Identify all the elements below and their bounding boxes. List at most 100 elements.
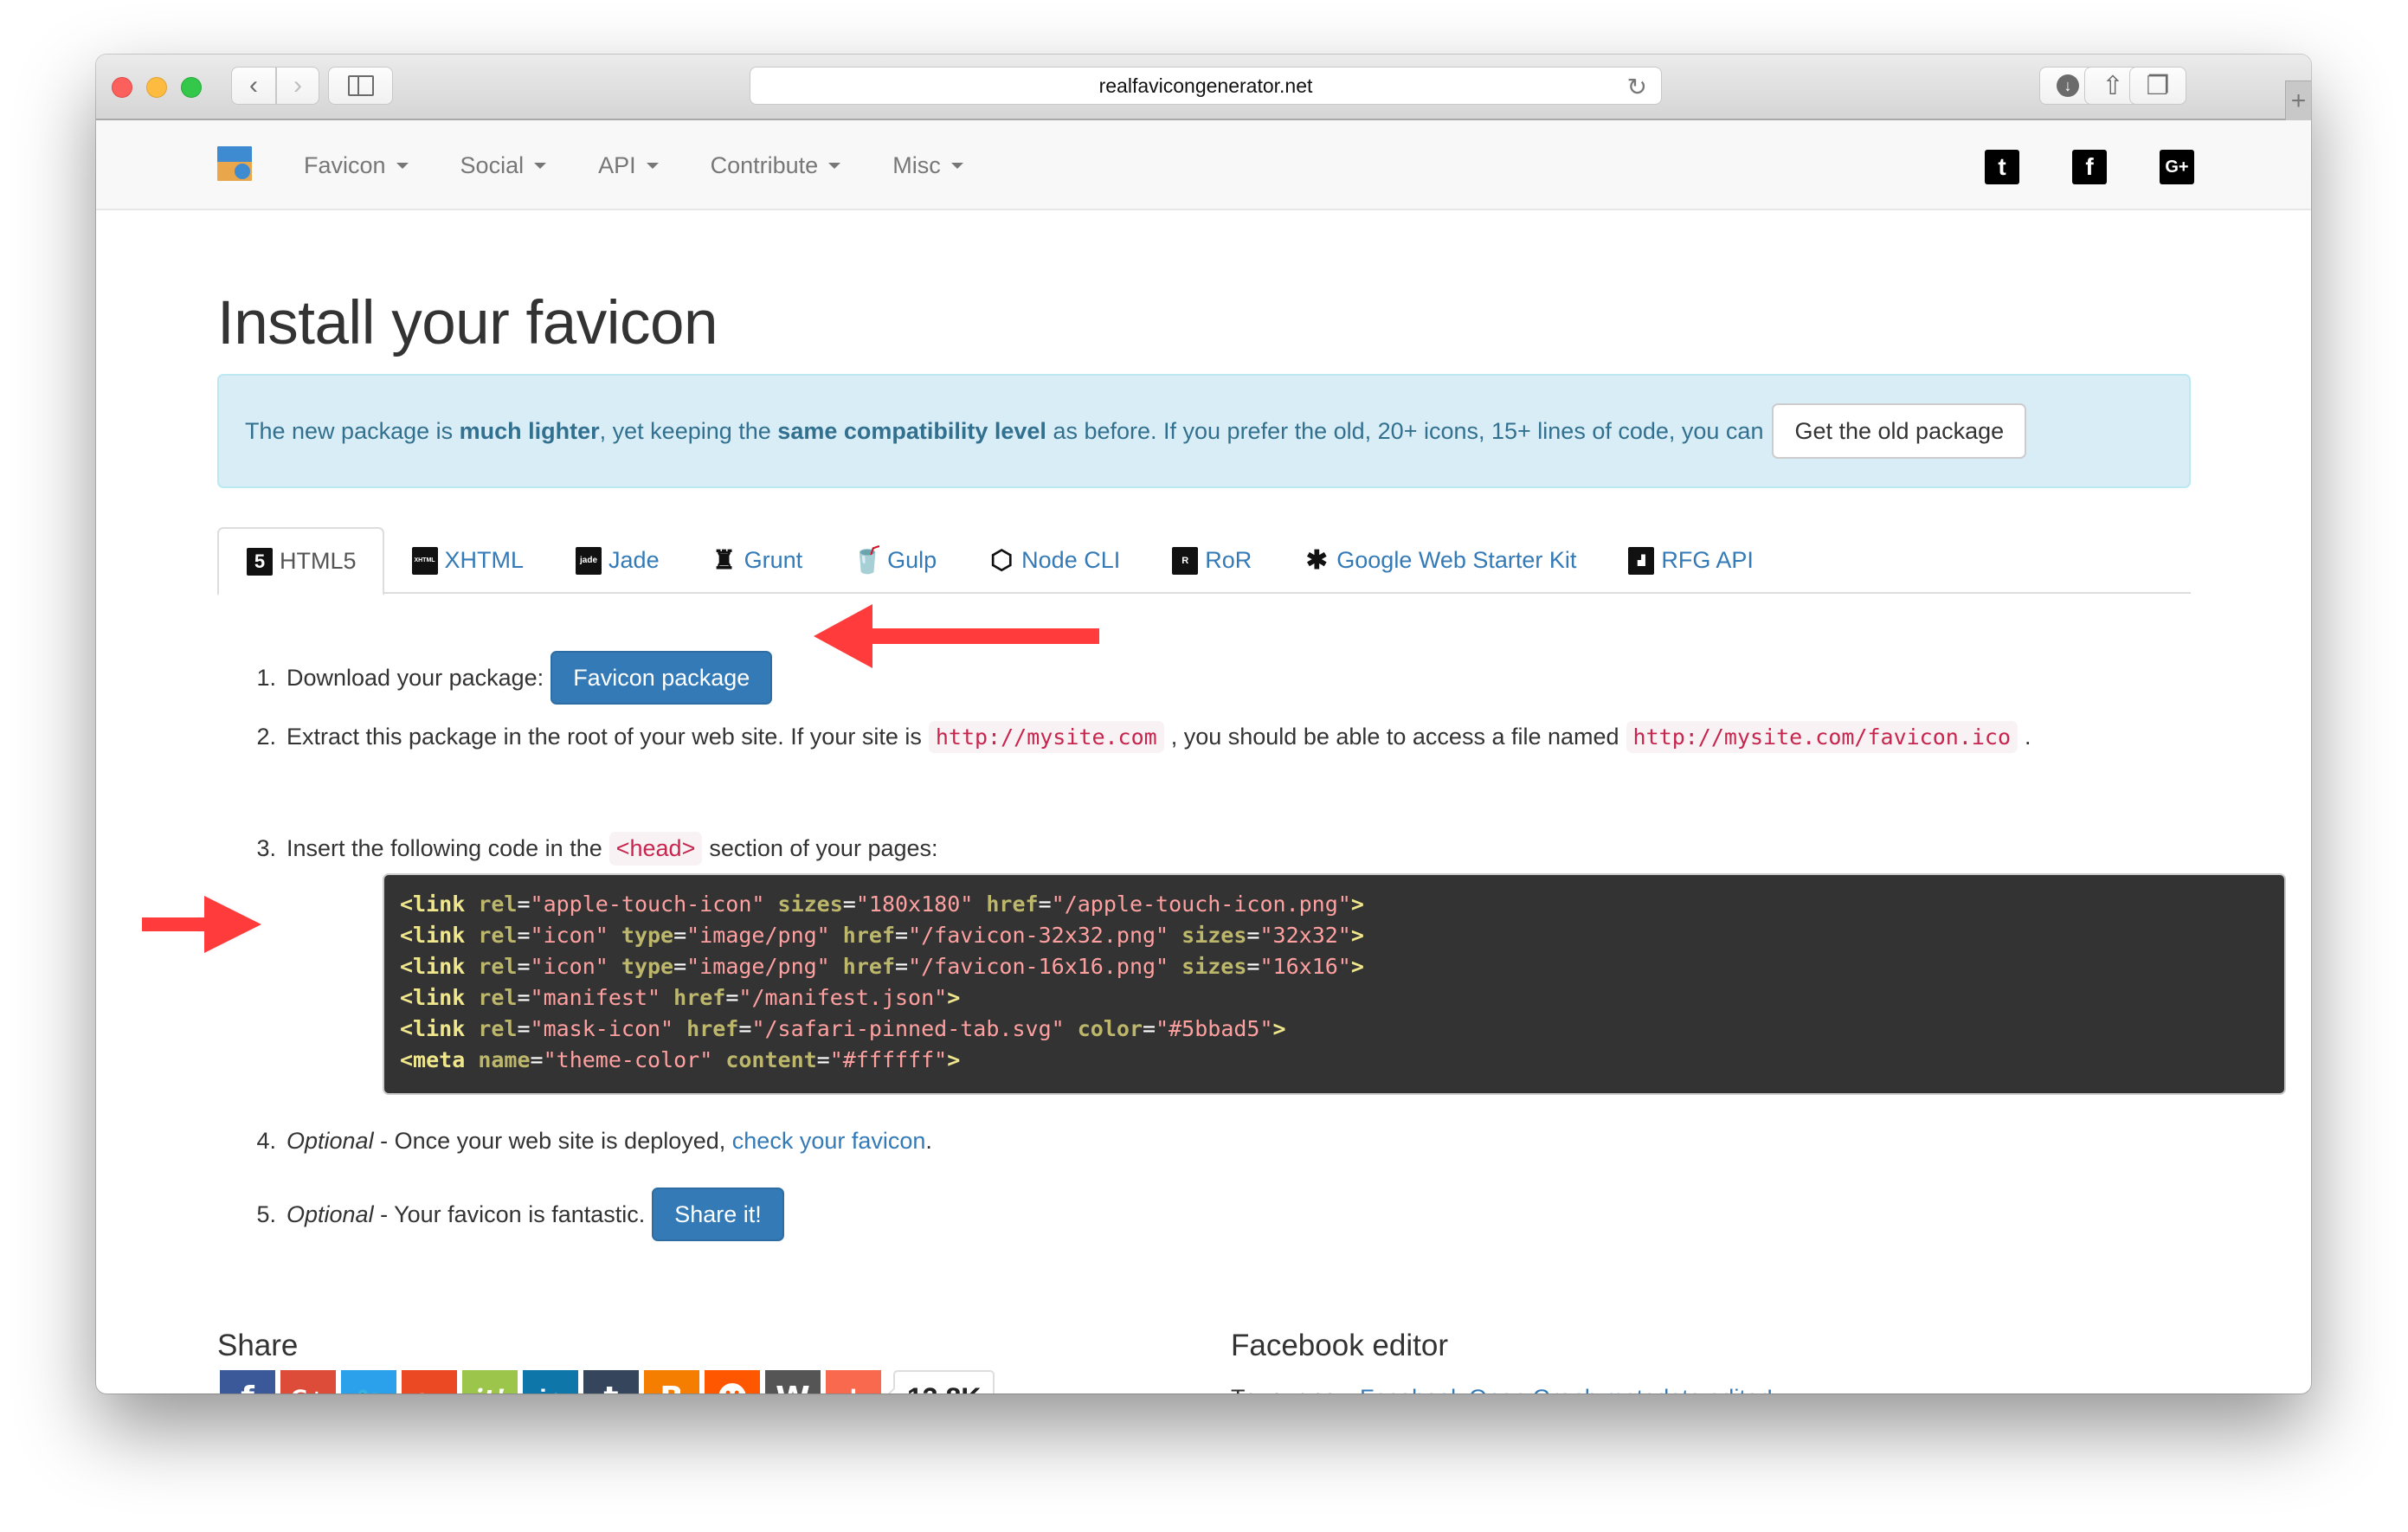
share-heading: Share [217, 1329, 299, 1362]
share-twitter-button[interactable]: 🐦 [341, 1370, 396, 1394]
nav-item-contribute[interactable]: Contribute [711, 152, 841, 179]
stumbleupon-icon: su [415, 1386, 442, 1394]
tab-node-cli[interactable]: ⬡ Node CLI [961, 527, 1144, 594]
caret-down-icon [828, 162, 841, 169]
tab-jade[interactable]: jade Jade [548, 527, 684, 594]
tab-rfg-api[interactable]: ▟ RFG API [1600, 527, 1778, 594]
nav-item-label: Misc [892, 151, 941, 178]
twitter-icon[interactable]: t [1985, 150, 2019, 184]
code-attribute: rel [478, 954, 518, 979]
share-scoopit-button[interactable]: it! [462, 1370, 518, 1394]
twitter-icon: 🐦 [356, 1386, 382, 1394]
google-plus-icon[interactable]: G+ [2160, 150, 2194, 184]
forward-button[interactable]: › [276, 67, 319, 105]
step-3: 3. Insert the following code in the <hea… [217, 832, 938, 866]
code-value: "manifest" [530, 985, 674, 1010]
tab-label: Grunt [744, 547, 803, 573]
tab-ror[interactable]: R RoR [1144, 527, 1276, 594]
code-line: <meta name="theme-color" content="#fffff… [400, 1045, 2269, 1076]
code-attribute: sizes [1181, 923, 1247, 948]
share-addthis-more-button[interactable]: + [826, 1370, 881, 1394]
nav-item-social[interactable]: Social [460, 152, 547, 179]
code-attribute: rel [478, 1016, 518, 1041]
get-old-package-button[interactable]: Get the old package [1772, 403, 2027, 459]
alert-text-part: as before. If you prefer the old, 20+ ic… [1046, 417, 1764, 444]
site-navbar: Favicon Social API Contribute Misc t f G… [96, 120, 2311, 210]
tab-label: Node CLI [1021, 547, 1121, 573]
code-operator: = [673, 954, 687, 979]
share-facebook-button[interactable]: f [220, 1370, 275, 1394]
code-line: <link rel="icon" type="image/png" href="… [400, 920, 2269, 951]
nav-item-label: Social [460, 151, 525, 178]
facebook-editor-heading: Facebook editor [1231, 1329, 1448, 1362]
share-reddit-button[interactable]: ☻ [705, 1370, 760, 1394]
nav-item-api[interactable]: API [598, 152, 659, 179]
favicon-package-button[interactable]: Favicon package [550, 651, 773, 705]
code-operator: = [816, 1047, 830, 1072]
plus-icon: + [2290, 86, 2307, 115]
annotation-arrow-left [814, 604, 1099, 668]
chevron-right-icon: › [293, 71, 302, 100]
share-tumblr-button[interactable]: t [583, 1370, 639, 1394]
nav-item-favicon[interactable]: Favicon [304, 152, 409, 179]
tab-gulp[interactable]: 🥤 Gulp [827, 527, 961, 594]
code-attribute: href [842, 923, 896, 948]
inline-code-head-tag: <head> [608, 832, 703, 866]
tab-grunt[interactable]: ♜ Grunt [684, 527, 827, 594]
code-operator: = [738, 1016, 752, 1041]
share-stumbleupon-button[interactable]: su [402, 1370, 457, 1394]
code-value: "/favicon-32x32.png" [908, 923, 1182, 948]
step-1: 1. Download your package: Favicon packag… [217, 651, 773, 705]
inline-code-site-url: http://mysite.com [928, 721, 1164, 753]
share-buttons-bar: f G+ 🐦 su it! in t B ☻ W +13.8K [220, 1370, 995, 1394]
html5-icon: 5 [247, 547, 273, 576]
nav-item-misc[interactable]: Misc [892, 152, 963, 179]
rails-icon: R [1172, 546, 1199, 575]
scoopit-icon: it! [474, 1384, 505, 1394]
reload-icon[interactable]: ↻ [1627, 73, 1647, 101]
share-blogger-button[interactable]: B [644, 1370, 699, 1394]
browser-toolbar: ‹ › realfavicongenerator.net ↻ ↓ ⇧ ❐ + [96, 55, 2311, 120]
facebook-og-editor-link[interactable]: Facebook Open Graph metadata editor! [1360, 1385, 1773, 1394]
xhtml-icon: XHTML [411, 546, 438, 575]
code-value: "/favicon-16x16.png" [908, 954, 1182, 979]
share-it-button[interactable]: Share it! [652, 1188, 784, 1241]
code-tag: > [1350, 892, 1364, 917]
back-button[interactable]: ‹ [231, 67, 276, 105]
code-tag: <meta [400, 1047, 479, 1072]
address-bar[interactable]: realfavicongenerator.net ↻ [750, 67, 1662, 105]
close-window-button[interactable] [112, 77, 132, 98]
share-linkedin-button[interactable]: in [523, 1370, 578, 1394]
tab-xhtml[interactable]: XHTML XHTML [384, 527, 549, 594]
tab-html5[interactable]: 5 HTML5 [217, 527, 384, 595]
new-tab-button[interactable]: + [2285, 80, 2311, 120]
site-logo[interactable] [217, 146, 252, 181]
code-operator: = [673, 923, 687, 948]
share-wordpress-button[interactable]: W [765, 1370, 821, 1394]
code-tag: > [1272, 1016, 1286, 1041]
tab-label: RFG API [1661, 547, 1754, 573]
code-operator: = [895, 954, 909, 979]
minimize-window-button[interactable] [146, 77, 167, 98]
show-sidebar-button[interactable] [328, 67, 393, 105]
code-line: <link rel="icon" type="image/png" href="… [400, 951, 2269, 982]
code-value: "32x32" [1259, 923, 1351, 948]
step-number: 3. [256, 835, 276, 861]
code-attribute: sizes [1181, 954, 1247, 979]
code-snippet-block[interactable]: <link rel="apple-touch-icon" sizes="180x… [383, 873, 2286, 1095]
code-value: "icon" [530, 954, 621, 979]
code-value: "image/png" [686, 954, 843, 979]
nav-item-label: API [598, 151, 636, 178]
code-operator: = [517, 892, 531, 917]
optional-label: Optional [287, 1200, 374, 1227]
zoom-window-button[interactable] [181, 77, 202, 98]
step-text: - Your favicon is fantastic. [373, 1200, 646, 1227]
tab-google-web-starter-kit[interactable]: ✱ Google Web Starter Kit [1276, 527, 1600, 594]
code-tag: > [1350, 954, 1364, 979]
code-attribute: href [986, 892, 1039, 917]
tab-overview-button[interactable]: ❐ [2129, 67, 2186, 105]
share-google-plus-button[interactable]: G+ [280, 1370, 336, 1394]
facebook-icon[interactable]: f [2072, 150, 2107, 184]
check-favicon-link[interactable]: check your favicon [732, 1128, 926, 1155]
code-attribute: content [725, 1047, 817, 1072]
